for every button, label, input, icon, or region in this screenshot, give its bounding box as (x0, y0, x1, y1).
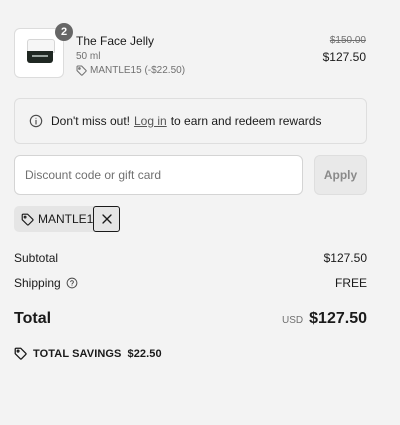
product-thumbnail: 2 (14, 23, 73, 78)
discount-code-input[interactable] (14, 155, 303, 195)
savings-label: TOTAL SAVINGS (33, 347, 122, 360)
quantity-badge: 2 (55, 23, 73, 41)
total-value: USD $127.50 (282, 310, 367, 328)
product-discount-label: MANTLE15 (-$22.50) (90, 65, 186, 76)
remove-code-button[interactable] (93, 206, 120, 232)
question-circle-icon[interactable] (66, 277, 78, 289)
product-image-jar (27, 51, 53, 63)
tag-icon (21, 213, 34, 226)
product-discount: MANTLE15 (-$22.50) (76, 65, 185, 76)
product-name: The Face Jelly (76, 34, 155, 48)
info-icon (29, 114, 43, 128)
applied-code-label: MANTLE15 (38, 212, 101, 226)
product-image-label (32, 55, 48, 57)
savings-value: $22.50 (127, 347, 162, 360)
price-original: $150.00 (329, 35, 366, 46)
subtotal-value: $127.50 (323, 251, 367, 265)
price-current: $127.50 (322, 50, 366, 64)
product-size: 50 ml (76, 51, 101, 62)
shipping-value: FREE (334, 276, 367, 290)
notice-prefix: Don't miss out! (51, 114, 130, 128)
subtotal-label-text: Subtotal (14, 251, 59, 265)
tag-icon (76, 65, 87, 76)
total-amount: $127.50 (309, 310, 367, 327)
shipping-label-text: Shipping (14, 276, 61, 290)
rewards-notice: Don't miss out! Log in to earn and redee… (14, 98, 367, 144)
subtotal-label: Subtotal (14, 251, 58, 265)
total-savings: TOTAL SAVINGS $22.50 (14, 347, 162, 360)
login-link[interactable]: Log in (134, 114, 167, 128)
shipping-label: Shipping (14, 276, 78, 290)
total-currency: USD (282, 315, 304, 326)
apply-button[interactable]: Apply (314, 155, 367, 195)
notice-suffix: to earn and redeem rewards (170, 114, 322, 128)
tag-icon (14, 347, 27, 360)
total-label: Total (14, 310, 52, 327)
close-icon (101, 214, 112, 224)
